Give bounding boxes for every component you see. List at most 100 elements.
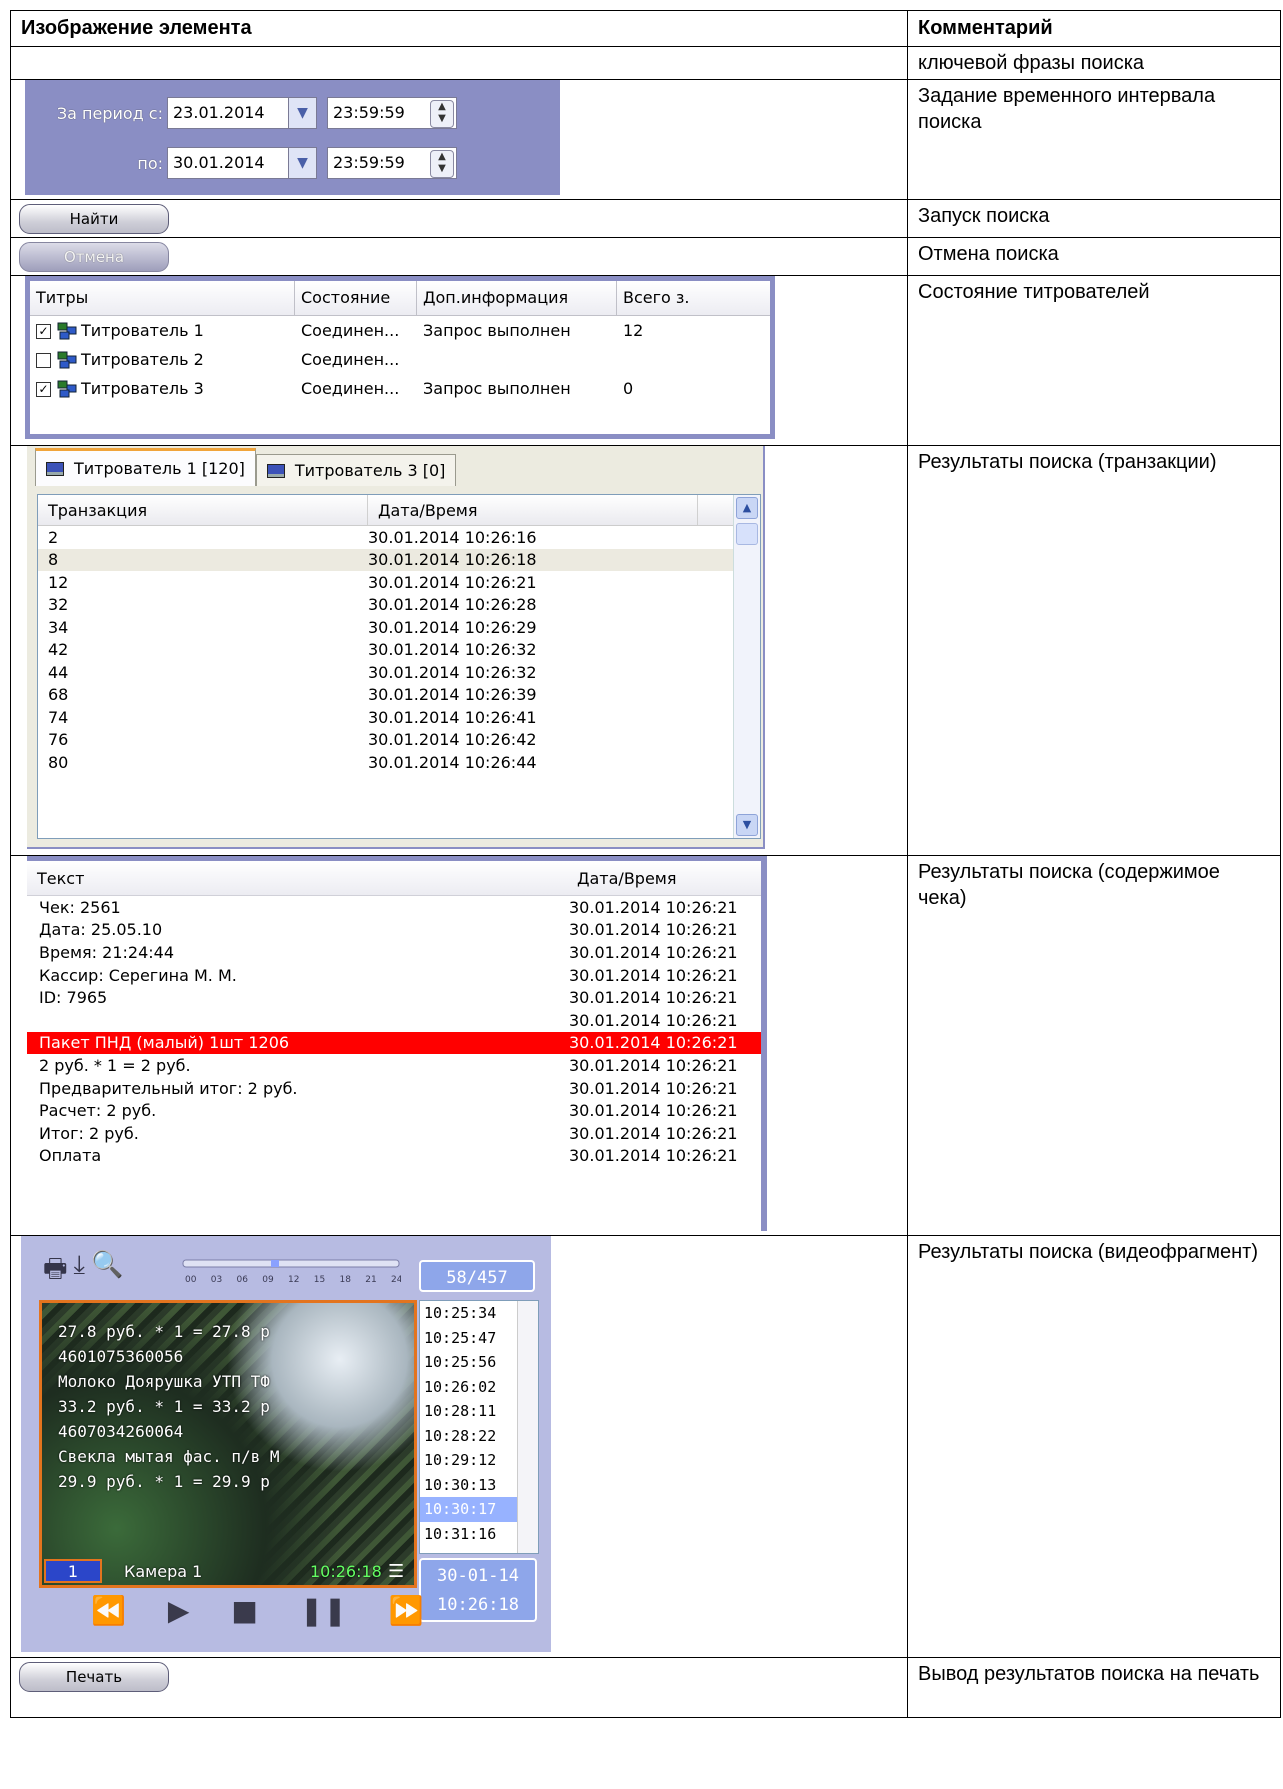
overlay-line: 33.2 руб. * 1 = 33.2 р <box>58 1397 270 1416</box>
transaction-datetime: 30.01.2014 10:26:18 <box>368 550 537 570</box>
table-row[interactable]: Время: 21:24:44 30.01.2014 10:26:21 <box>27 941 761 964</box>
checkbox[interactable]: ✓ <box>36 381 51 397</box>
table-row[interactable]: 2 руб. * 1 = 2 руб. 30.01.2014 10:26:21 <box>27 1054 761 1077</box>
transaction-datetime: 30.01.2014 10:26:41 <box>368 707 537 727</box>
col-text[interactable]: Текст <box>27 861 567 895</box>
col-info[interactable]: Доп.информация <box>417 281 617 315</box>
table-row[interactable]: 8 30.01.2014 10:26:18 <box>38 548 760 571</box>
table-row[interactable]: ID: 7965 30.01.2014 10:26:21 <box>27 986 761 1009</box>
time-list[interactable]: 10:25:34 10:25:47 10:25:56 10:26:02 10:28:11… <box>419 1300 539 1554</box>
row-print-comment: Вывод результатов поиска на печать <box>907 1657 1281 1718</box>
transaction-datetime: 30.01.2014 10:26:16 <box>368 527 537 547</box>
search-icon[interactable]: 🔍 <box>91 1250 123 1294</box>
table-row[interactable]: 44 30.01.2014 10:26:32 <box>38 661 760 684</box>
from-date-dropdown[interactable]: ▼ <box>289 97 317 129</box>
fast-forward-icon[interactable]: ⏩ <box>389 1594 424 1627</box>
print-icon[interactable]: 🖶 <box>43 1250 68 1294</box>
transaction-id: 44 <box>48 662 69 682</box>
cancel-button[interactable]: Отмена <box>19 242 169 272</box>
transaction-datetime: 30.01.2014 10:26:42 <box>368 730 537 750</box>
transactions-list[interactable]: Транзакция Дата/Время 2 30.01.2014 10:26:… <box>37 494 761 839</box>
table-row[interactable]: 32 30.01.2014 10:26:28 <box>38 594 760 617</box>
datetime-box: 30-01-14 10:26:18 <box>419 1558 537 1622</box>
table-row[interactable]: 12 30.01.2014 10:26:21 <box>38 571 760 594</box>
tab-titrator-3[interactable]: Титрователь 3 [0] <box>255 454 457 486</box>
table-row[interactable]: Пакет ПНД (малый) 1шт 1206 30.01.2014 10:… <box>27 1031 761 1055</box>
scrollbar[interactable] <box>517 1301 538 1553</box>
col-datetime[interactable]: Дата/Время <box>368 495 698 525</box>
table-row[interactable]: ✓ Титрователь 1 Соединен... Запрос выполн… <box>30 316 770 345</box>
col-total[interactable]: Всего з. <box>617 281 770 315</box>
transaction-id: 8 <box>48 550 59 570</box>
col-titles[interactable]: Титры <box>30 281 295 315</box>
tab-titrator-1[interactable]: Титрователь 1 [120] <box>35 448 256 486</box>
scroll-up-icon[interactable]: ▲ <box>736 497 758 519</box>
col-state[interactable]: Состояние <box>295 281 417 315</box>
table-row[interactable]: 30.01.2014 10:26:21 <box>27 1009 761 1032</box>
download-icon[interactable]: ⤓ <box>74 1250 86 1294</box>
table-row[interactable]: Итог: 2 руб. 30.01.2014 10:26:21 <box>27 1122 761 1145</box>
to-date-dropdown[interactable]: ▼ <box>289 147 317 179</box>
scrollbar[interactable]: ▲ ▼ <box>733 495 760 838</box>
timeline-label: 03 <box>211 1275 222 1285</box>
overlay-line: 4601075360056 <box>58 1347 184 1366</box>
pause-icon[interactable]: ❚❚ <box>300 1594 347 1627</box>
titrator-info: Запрос выполнен <box>423 379 571 398</box>
transaction-id: 68 <box>48 685 69 705</box>
checkbox[interactable]: ✓ <box>36 323 51 339</box>
print-button[interactable]: Печать <box>19 1662 169 1692</box>
table-row[interactable]: Кассир: Серегина М. М. 30.01.2014 10:26:2… <box>27 964 761 987</box>
video-screen[interactable]: 27.8 руб. * 1 = 27.8 р 4601075360056 Молок… <box>39 1300 417 1588</box>
titrator-state: Соединен... <box>301 350 400 369</box>
scroll-down-icon[interactable]: ▼ <box>736 814 758 836</box>
receipt-text: Предварительный итог: 2 руб. <box>39 1078 298 1098</box>
col-datetime[interactable]: Дата/Время <box>567 861 761 895</box>
table-row[interactable]: 76 30.01.2014 10:26:42 <box>38 729 760 752</box>
table-row[interactable]: Титрователь 2 Соединен... <box>30 345 770 374</box>
table-row[interactable]: Оплата 30.01.2014 10:26:21 <box>27 1145 761 1168</box>
to-date-field[interactable]: 30.01.2014 <box>167 147 289 179</box>
play-icon[interactable]: ▶ <box>168 1594 190 1627</box>
stop-icon[interactable]: ■ <box>231 1594 257 1627</box>
titrator-state-panel: Титры Состояние Доп.информация Всего з. … <box>25 276 775 439</box>
find-button[interactable]: Найти <box>19 204 169 234</box>
col-transaction[interactable]: Транзакция <box>38 495 368 525</box>
scroll-thumb[interactable] <box>736 523 758 545</box>
from-time-field[interactable]: 23:59:59 ▲ ▼ <box>327 97 457 129</box>
table-row[interactable]: Чек: 2561 30.01.2014 10:26:21 <box>27 896 761 919</box>
table-row[interactable]: 74 30.01.2014 10:26:41 <box>38 706 760 729</box>
receipt-datetime: 30.01.2014 10:26:21 <box>569 1033 738 1053</box>
table-row[interactable]: ✓ Титрователь 3 Соединен... Запрос выполн… <box>30 374 770 403</box>
receipt-text: Чек: 2561 <box>39 897 121 917</box>
video-date: 30-01-14 <box>437 1566 519 1586</box>
receipt-panel: Текст Дата/Время Чек: 2561 30.01.2014 10:… <box>27 856 767 1231</box>
row-video-comment: Результаты поиска (видеофрагмент) <box>907 1235 1281 1658</box>
checkbox[interactable] <box>36 352 51 368</box>
spinner-icon[interactable]: ▲ ▼ <box>430 150 454 178</box>
table-row[interactable]: 42 30.01.2014 10:26:32 <box>38 639 760 662</box>
from-date-field[interactable]: 23.01.2014 <box>167 97 289 129</box>
row0-image <box>10 46 908 80</box>
table-row[interactable]: 68 30.01.2014 10:26:39 <box>38 684 760 707</box>
table-row[interactable]: 34 30.01.2014 10:26:29 <box>38 616 760 639</box>
row-video-image: 🖶 ⤓ 🔍 00 03 06 09 12 15 18 21 24 58/457 27.8 руб… <box>10 1235 908 1658</box>
rewind-icon[interactable]: ⏪ <box>91 1594 126 1627</box>
period-from-label: За период с: <box>56 103 163 123</box>
overlay-line: 4607034260064 <box>58 1422 184 1441</box>
row-cancel-comment: Отмена поиска <box>907 237 1281 276</box>
menu-icon[interactable]: ☰ <box>388 1563 410 1581</box>
video-panel: 🖶 ⤓ 🔍 00 03 06 09 12 15 18 21 24 58/457 27.8 руб… <box>21 1236 551 1652</box>
receipt-datetime: 30.01.2014 10:26:21 <box>569 897 738 917</box>
table-row[interactable]: 80 30.01.2014 10:26:44 <box>38 751 760 774</box>
table-row[interactable]: Дата: 25.05.10 30.01.2014 10:26:21 <box>27 919 761 942</box>
receipt-datetime: 30.01.2014 10:26:21 <box>569 1123 738 1143</box>
timeline-label: 15 <box>314 1275 325 1285</box>
table-row[interactable]: Предварительный итог: 2 руб. 30.01.2014 1… <box>27 1077 761 1100</box>
transaction-datetime: 30.01.2014 10:26:44 <box>368 752 537 772</box>
table-row[interactable]: 2 30.01.2014 10:26:16 <box>38 526 760 549</box>
table-row[interactable]: Расчет: 2 руб. 30.01.2014 10:26:21 <box>27 1099 761 1122</box>
to-time-field[interactable]: 23:59:59 ▲ ▼ <box>327 147 457 179</box>
spinner-icon[interactable]: ▲ ▼ <box>430 100 454 128</box>
timeline-scale[interactable]: 00 03 06 09 12 15 18 21 24 <box>181 1258 401 1286</box>
period-to-row: по: 30.01.2014 ▼ 23:59:59 ▲ ▼ <box>25 138 560 188</box>
